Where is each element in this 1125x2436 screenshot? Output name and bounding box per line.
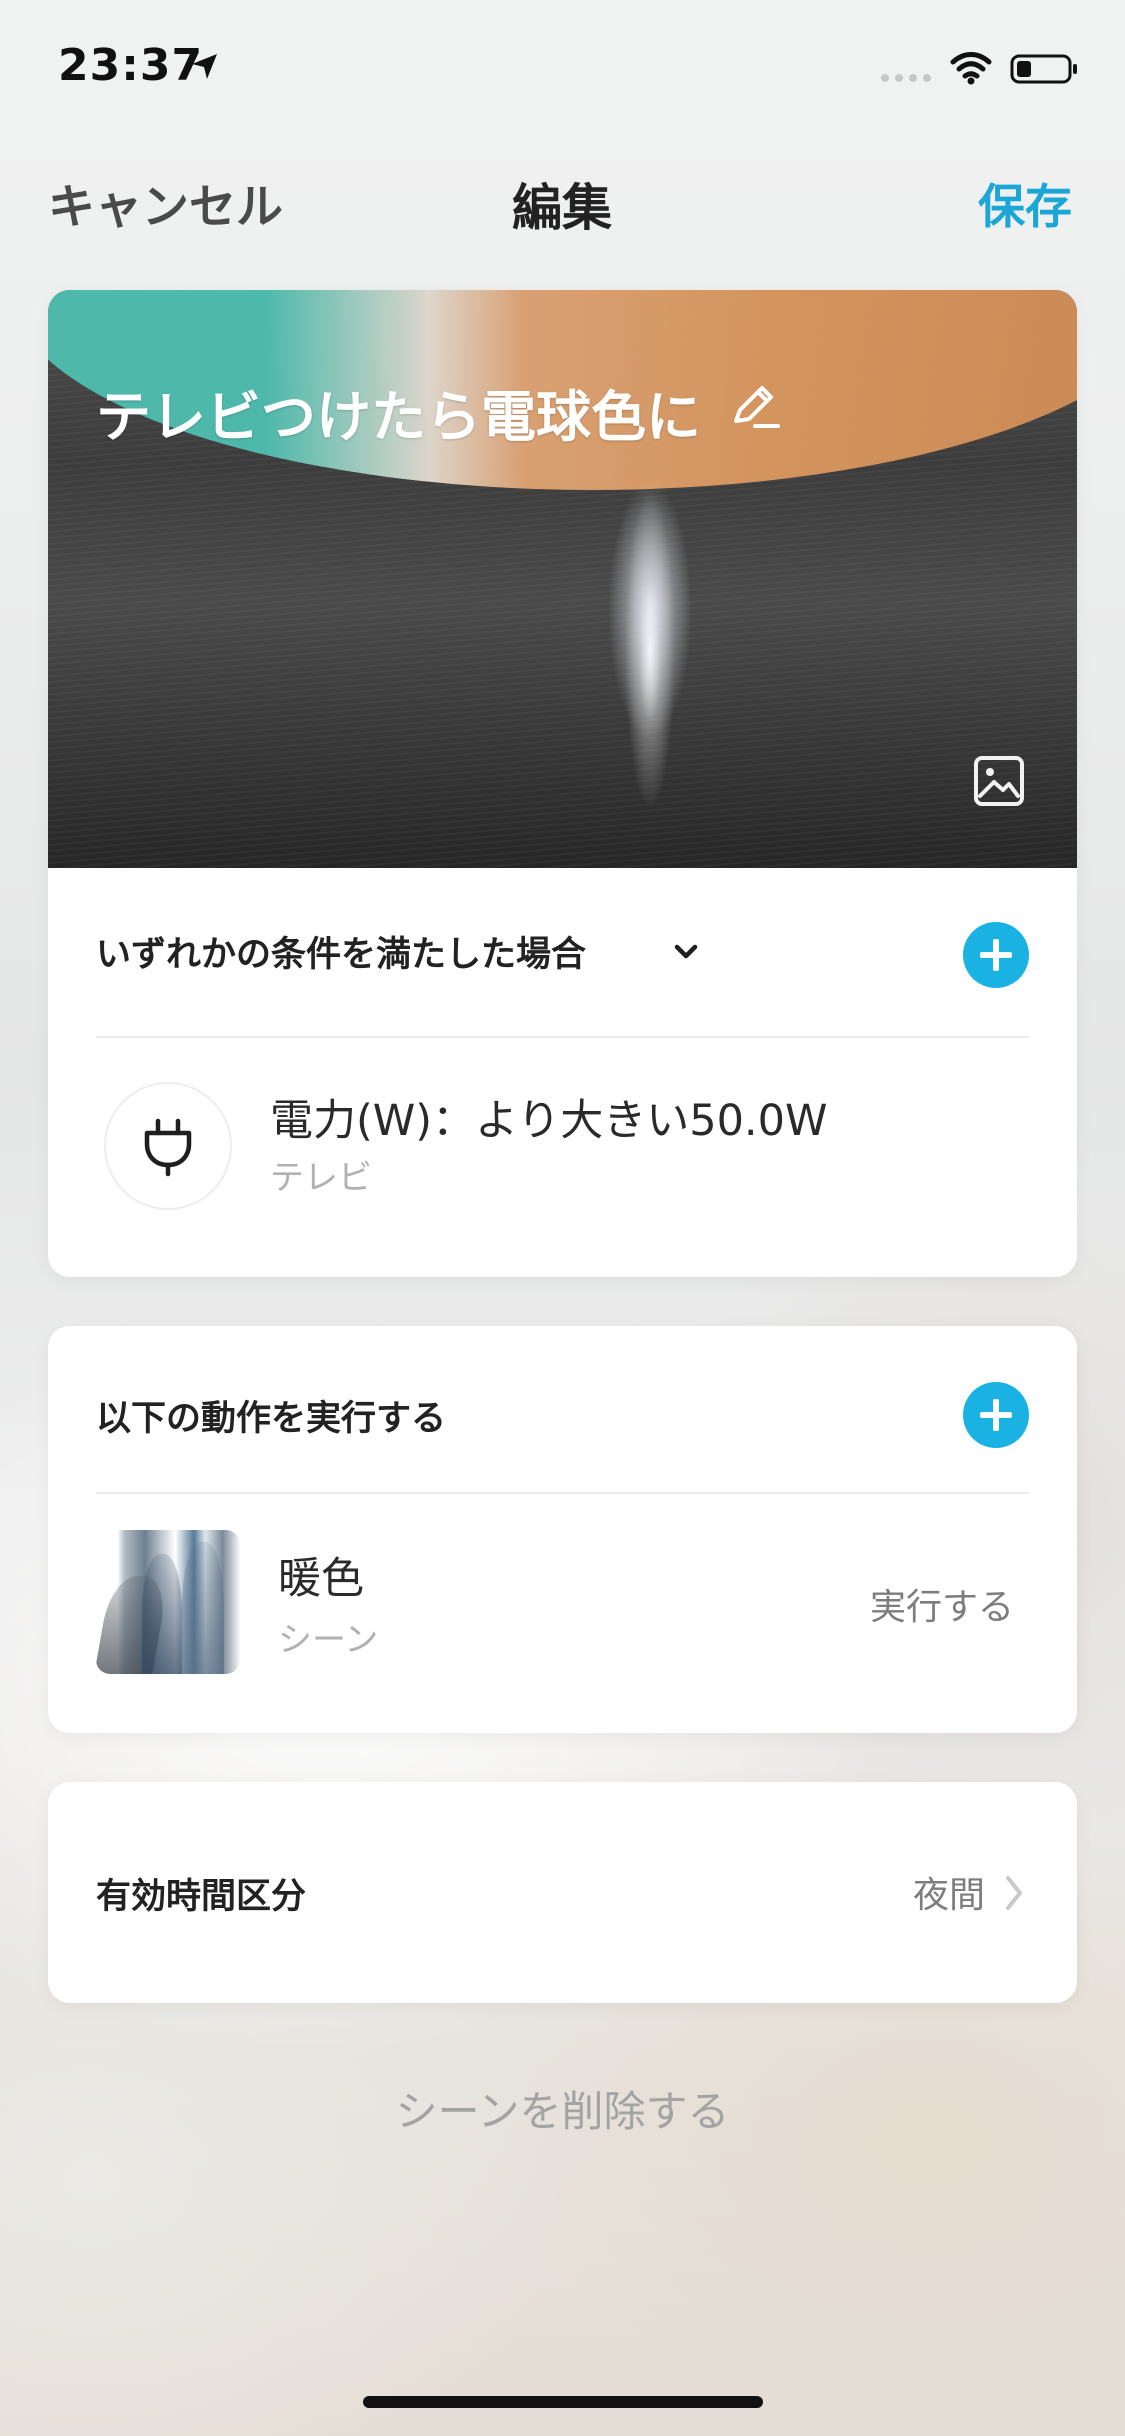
condition-subtitle: テレビ [270, 1158, 372, 1198]
condition-title[interactable]: 電力(W)：より大きい50.0W [270, 1086, 827, 1148]
thumbnail-shape [182, 1542, 224, 1674]
condition-device-icon-wrap [104, 1082, 232, 1210]
page-title: 編集 [512, 179, 612, 237]
conditions-divider [96, 1036, 1029, 1038]
chevron-down-icon[interactable] [670, 936, 702, 968]
cover-glow [608, 480, 692, 740]
execute-label[interactable]: 実行する [870, 1578, 1014, 1630]
add-action-button[interactable] [963, 1382, 1029, 1448]
status-time: 23:37 [58, 40, 204, 91]
battery-icon [1010, 54, 1077, 84]
delete-scene-button[interactable]: シーンを削除する [0, 2078, 1125, 2139]
conditions-header[interactable]: いずれかの条件を満たした場合 [96, 926, 586, 977]
scene-thumbnail [96, 1530, 240, 1674]
scene-cover-image[interactable]: テレビつけたら電球色に [48, 290, 1077, 868]
action-title[interactable]: 暖色 [278, 1544, 364, 1606]
location-arrow-icon [192, 54, 217, 79]
add-condition-button[interactable] [963, 922, 1029, 988]
image-icon[interactable] [972, 754, 1026, 808]
plug-icon [144, 1118, 192, 1177]
time-period-card[interactable]: 有効時間区分 夜間 [48, 1782, 1077, 2003]
time-period-value[interactable]: 夜間 [913, 1866, 985, 1918]
time-period-label: 有効時間区分 [96, 1877, 307, 1917]
actions-card: 以下の動作を実行する 暖色 シーン 実行する [48, 1326, 1077, 1733]
chevron-right-icon[interactable] [1002, 1873, 1026, 1913]
wifi-icon [950, 52, 992, 85]
thumbnail-shape [142, 1554, 182, 1674]
pencil-icon[interactable] [724, 376, 784, 436]
home-indicator [363, 2396, 763, 2408]
cellular-signal-icon [881, 74, 931, 82]
actions-divider [96, 1492, 1029, 1494]
cancel-button[interactable]: キャンセル [48, 168, 283, 237]
save-button[interactable]: 保存 [978, 168, 1072, 237]
actions-header: 以下の動作を実行する [96, 1399, 447, 1439]
scene-title[interactable]: テレビつけたら電球色に [96, 372, 701, 452]
scene-edit-card: テレビつけたら電球色に いずれかの条件を満たした場合 電力(W)：より大きい50… [48, 290, 1077, 1277]
action-subtitle: シーン [278, 1620, 379, 1660]
